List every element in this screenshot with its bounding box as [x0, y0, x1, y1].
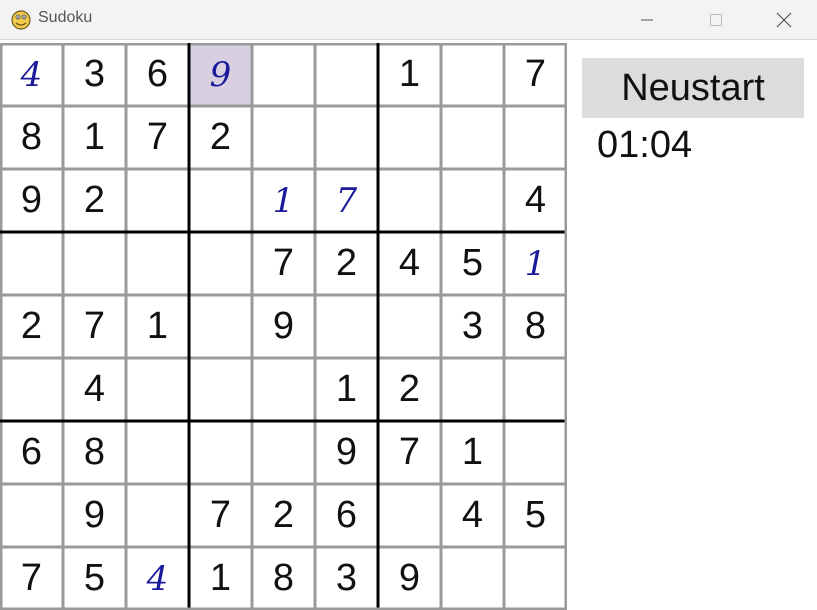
cell-r9-c8[interactable] [441, 547, 504, 610]
cell-r7-c3[interactable] [126, 421, 189, 484]
cell-r4-c7[interactable]: 4 [378, 232, 441, 295]
cell-r2-c5[interactable] [252, 106, 315, 169]
cell-r6-c5[interactable] [252, 358, 315, 421]
cell-r4-c5[interactable]: 7 [252, 232, 315, 295]
cell-r5-c9[interactable]: 8 [504, 295, 567, 358]
cell-r5-c4[interactable] [189, 295, 252, 358]
cell-r3-c1[interactable]: 9 [0, 169, 63, 232]
cell-r2-c8[interactable] [441, 106, 504, 169]
sudoku-window: Sudoku 436917817292174724512719384126897… [0, 0, 817, 610]
cell-r1-c1[interactable]: 4 [0, 43, 63, 106]
cell-r9-c1[interactable]: 7 [0, 547, 63, 610]
cell-r7-c4[interactable] [189, 421, 252, 484]
cell-r7-c2[interactable]: 8 [63, 421, 126, 484]
cell-r8-c2[interactable]: 9 [63, 484, 126, 547]
cell-r8-c9[interactable]: 5 [504, 484, 567, 547]
cell-r1-c3[interactable]: 6 [126, 43, 189, 106]
cell-r5-c3[interactable]: 1 [126, 295, 189, 358]
cell-r1-c4[interactable]: 9 [189, 43, 252, 106]
cell-r8-c4[interactable]: 7 [189, 484, 252, 547]
cell-r7-c8[interactable]: 1 [441, 421, 504, 484]
cell-r9-c7[interactable]: 9 [378, 547, 441, 610]
minimize-icon [641, 19, 653, 21]
cell-r3-c9[interactable]: 4 [504, 169, 567, 232]
cell-r2-c7[interactable] [378, 106, 441, 169]
cell-r4-c9[interactable]: 1 [504, 232, 567, 295]
restart-button[interactable]: Neustart [582, 58, 804, 118]
timer-display: 01:04 [597, 124, 693, 166]
cell-r2-c2[interactable]: 1 [63, 106, 126, 169]
sudoku-board: 4369178172921747245127193841268971972645… [0, 43, 567, 610]
close-button[interactable] [750, 0, 817, 40]
cell-r7-c7[interactable]: 7 [378, 421, 441, 484]
cell-r6-c6[interactable]: 1 [315, 358, 378, 421]
cell-r4-c4[interactable] [189, 232, 252, 295]
cell-r9-c5[interactable]: 8 [252, 547, 315, 610]
cell-r7-c9[interactable] [504, 421, 567, 484]
cell-r4-c3[interactable] [126, 232, 189, 295]
window-title: Sudoku [38, 9, 93, 26]
cell-r9-c3[interactable]: 4 [126, 547, 189, 610]
cell-r3-c8[interactable] [441, 169, 504, 232]
title-bar[interactable]: Sudoku [0, 0, 817, 40]
cell-r2-c6[interactable] [315, 106, 378, 169]
cell-r8-c6[interactable]: 6 [315, 484, 378, 547]
cell-r5-c1[interactable]: 2 [0, 295, 63, 358]
cell-r9-c2[interactable]: 5 [63, 547, 126, 610]
cell-r8-c8[interactable]: 4 [441, 484, 504, 547]
cell-r9-c9[interactable] [504, 547, 567, 610]
cell-r5-c6[interactable] [315, 295, 378, 358]
cell-r6-c8[interactable] [441, 358, 504, 421]
cell-r1-c9[interactable]: 7 [504, 43, 567, 106]
cell-r7-c1[interactable]: 6 [0, 421, 63, 484]
cell-r4-c6[interactable]: 2 [315, 232, 378, 295]
cell-r1-c5[interactable] [252, 43, 315, 106]
cell-r7-c6[interactable]: 9 [315, 421, 378, 484]
cell-r5-c2[interactable]: 7 [63, 295, 126, 358]
cell-r5-c7[interactable] [378, 295, 441, 358]
cell-r3-c2[interactable]: 2 [63, 169, 126, 232]
minimize-button[interactable] [613, 0, 681, 40]
cell-r8-c5[interactable]: 2 [252, 484, 315, 547]
cell-r3-c5[interactable]: 1 [252, 169, 315, 232]
cell-r6-c7[interactable]: 2 [378, 358, 441, 421]
cell-r4-c1[interactable] [0, 232, 63, 295]
cell-r1-c8[interactable] [441, 43, 504, 106]
cell-r3-c4[interactable] [189, 169, 252, 232]
cell-r6-c4[interactable] [189, 358, 252, 421]
cell-r4-c2[interactable] [63, 232, 126, 295]
cell-r9-c4[interactable]: 1 [189, 547, 252, 610]
cell-r8-c7[interactable] [378, 484, 441, 547]
maximize-button[interactable] [682, 0, 750, 40]
close-icon [776, 12, 792, 28]
cell-r6-c2[interactable]: 4 [63, 358, 126, 421]
cell-r1-c7[interactable]: 1 [378, 43, 441, 106]
cell-r6-c9[interactable] [504, 358, 567, 421]
cell-r2-c9[interactable] [504, 106, 567, 169]
cell-r8-c1[interactable] [0, 484, 63, 547]
maximize-icon [710, 14, 722, 26]
cell-r6-c1[interactable] [0, 358, 63, 421]
cell-r1-c2[interactable]: 3 [63, 43, 126, 106]
cell-r1-c6[interactable] [315, 43, 378, 106]
cell-r8-c3[interactable] [126, 484, 189, 547]
cell-r7-c5[interactable] [252, 421, 315, 484]
cell-r5-c5[interactable]: 9 [252, 295, 315, 358]
cell-r9-c6[interactable]: 3 [315, 547, 378, 610]
cell-r4-c8[interactable]: 5 [441, 232, 504, 295]
cell-r3-c3[interactable] [126, 169, 189, 232]
cell-r2-c3[interactable]: 7 [126, 106, 189, 169]
cell-r5-c8[interactable]: 3 [441, 295, 504, 358]
cell-r2-c1[interactable]: 8 [0, 106, 63, 169]
python-snake-icon [11, 10, 31, 30]
cell-r2-c4[interactable]: 2 [189, 106, 252, 169]
cell-r6-c3[interactable] [126, 358, 189, 421]
cell-r3-c6[interactable]: 7 [315, 169, 378, 232]
cell-r3-c7[interactable] [378, 169, 441, 232]
